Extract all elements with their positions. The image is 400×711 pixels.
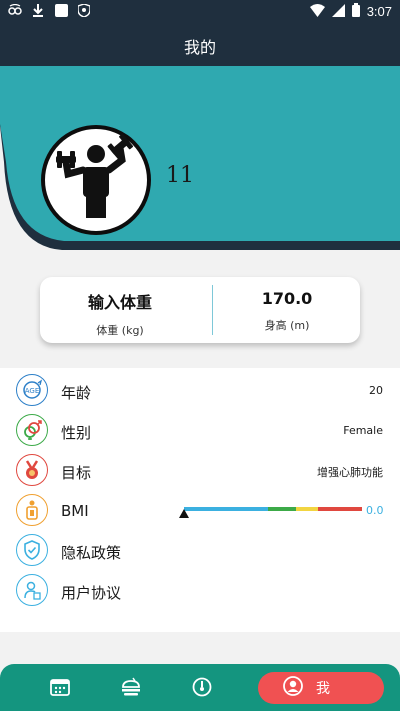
bmi-value: 0.0 (366, 504, 384, 517)
bmi-scale-underweight (184, 507, 268, 511)
agreement-label: 用户协议 (61, 584, 122, 602)
gender-value: Female (343, 424, 383, 437)
title-bar: 我的 (0, 22, 400, 66)
age-label: 年龄 (61, 384, 92, 402)
bmi-scale-overweight (296, 507, 318, 511)
user-icon (283, 676, 303, 700)
bmi-scale (184, 507, 362, 511)
status-bar: 3:07 (0, 0, 400, 22)
bmi-pointer (179, 509, 189, 518)
card-divider (212, 285, 213, 335)
body-stats-card: 输入体重 体重 (kg) 170.0 身高 (m) (40, 277, 360, 343)
shield-check-icon (16, 534, 48, 566)
age-icon: AGE (16, 374, 48, 406)
height-label: 身高 (m) (264, 319, 310, 332)
voicemail-icon (8, 3, 22, 17)
height-value: 170.0 (261, 289, 313, 308)
wifi-icon (309, 3, 325, 20)
download-icon (31, 3, 45, 17)
weight-value: 输入体重 (87, 293, 152, 312)
avatar[interactable] (41, 125, 151, 235)
settings-row-agreement[interactable]: 用户协议 (0, 570, 400, 610)
bottom-nav: 我 (0, 664, 400, 711)
tab-me[interactable]: 我 (258, 672, 384, 704)
calendar-icon[interactable] (48, 675, 72, 699)
shield-icon (77, 3, 91, 17)
battery-icon (351, 3, 360, 20)
gauge-icon[interactable] (190, 675, 214, 699)
clock: 3:07 (366, 4, 392, 19)
svg-text:AGE: AGE (25, 387, 40, 395)
weightlifter-icon (52, 133, 140, 226)
age-value: 20 (369, 384, 383, 397)
bmi-label: BMI (61, 502, 89, 520)
goal-value: 增强心肺功能 (317, 466, 383, 479)
bmi-scale-obese (318, 507, 362, 511)
page-title: 我的 (183, 38, 216, 57)
username[interactable]: 11 (166, 163, 194, 188)
food-icon[interactable] (119, 675, 143, 699)
settings-row-age[interactable]: AGE 年龄 20 (0, 370, 400, 410)
settings-row-gender[interactable]: 性别 Female (0, 410, 400, 450)
settings-row-goal[interactable]: 目标 增强心肺功能 (0, 450, 400, 490)
bmi-scale-normal (268, 507, 296, 511)
settings-row-privacy[interactable]: 隐私政策 (0, 530, 400, 570)
medal-icon (16, 454, 48, 486)
height-input[interactable]: 170.0 身高 (m) (214, 277, 360, 343)
goal-label: 目标 (61, 464, 92, 482)
gender-label: 性别 (61, 424, 92, 442)
weight-label: 体重 (kg) (96, 324, 144, 337)
weight-input[interactable]: 输入体重 体重 (kg) (40, 277, 200, 343)
user-doc-icon (16, 574, 48, 606)
square-icon (54, 3, 68, 17)
bmi-icon (16, 494, 48, 526)
privacy-label: 隐私政策 (61, 544, 122, 562)
tab-me-label: 我 (316, 681, 330, 697)
gender-icon (16, 414, 48, 446)
signal-icon (331, 3, 345, 20)
